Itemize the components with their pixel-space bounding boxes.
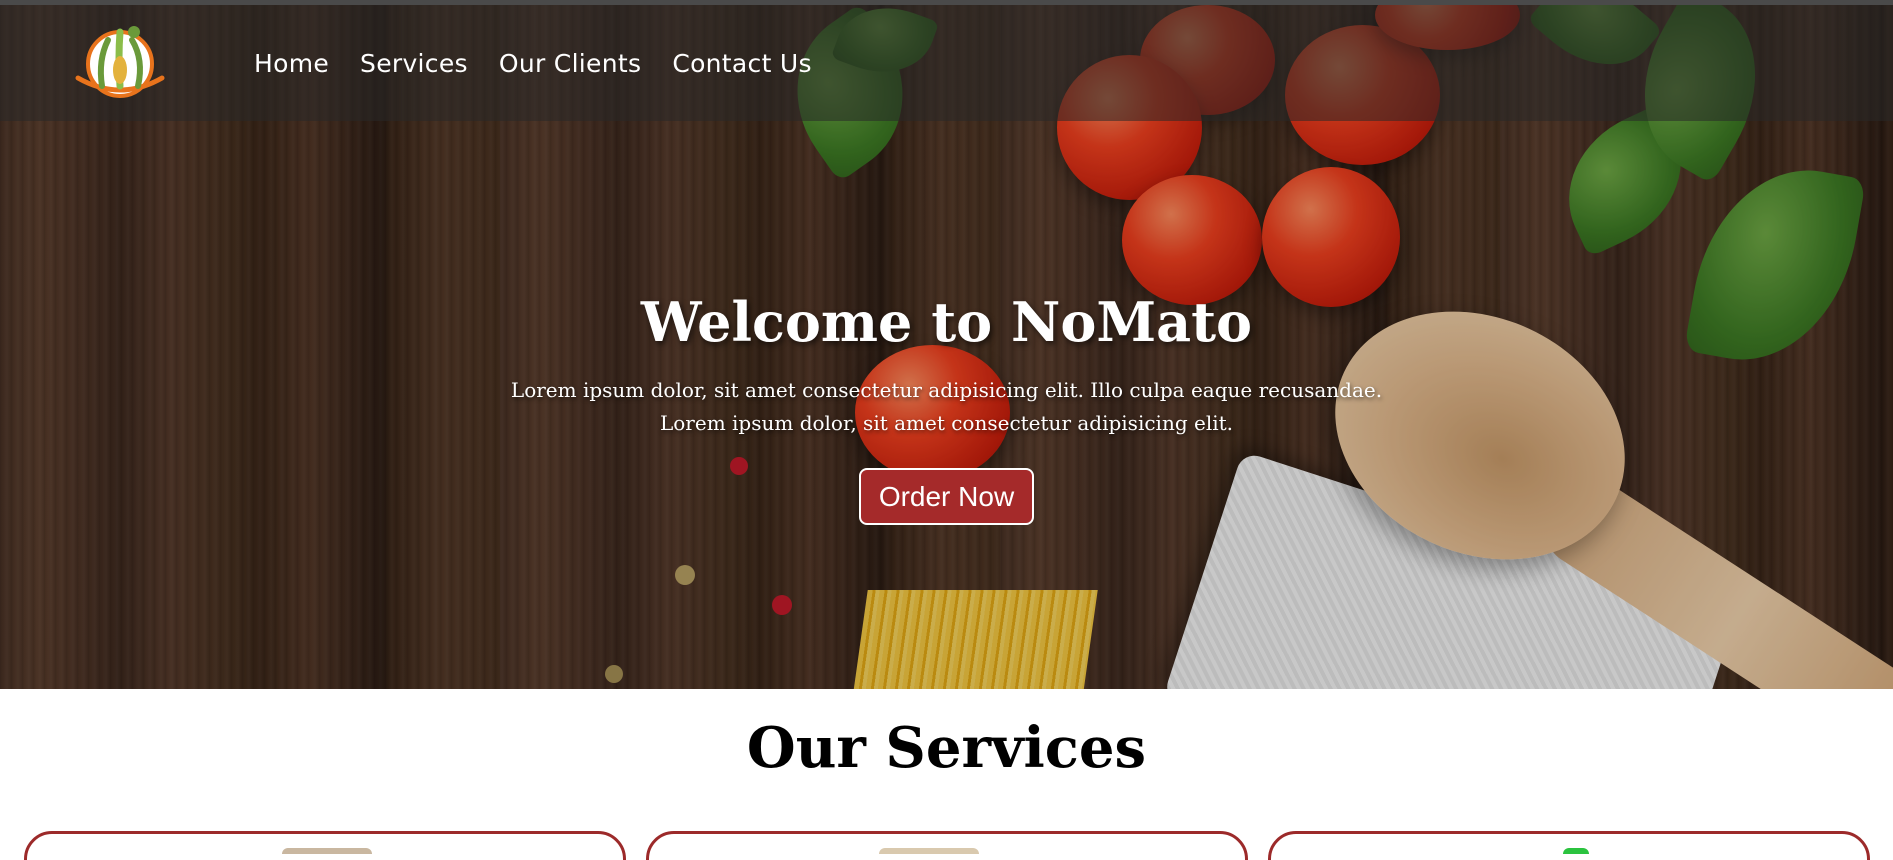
hero-title: Welcome to NoMato [640, 290, 1253, 354]
restaurant-logo-icon[interactable] [74, 20, 166, 100]
services-section: Our Services [0, 689, 1893, 860]
services-title: Our Services [746, 715, 1147, 781]
service-card-image [1563, 848, 1589, 854]
nav-home[interactable]: Home [254, 49, 329, 78]
service-card[interactable] [1268, 831, 1870, 860]
navbar: Home Services Our Clients Contact Us [0, 5, 1893, 121]
hero-description: Lorem ipsum dolor, sit amet consectetur … [0, 374, 1893, 440]
browser-top-edge [0, 0, 1893, 5]
main-nav: Home Services Our Clients Contact Us [254, 49, 812, 78]
service-card[interactable] [24, 831, 626, 860]
hero-text-line-1: Lorem ipsum dolor, sit amet consectetur … [510, 378, 1383, 402]
nav-services[interactable]: Services [360, 49, 468, 78]
service-card-image [282, 848, 372, 854]
service-card[interactable] [646, 831, 1248, 860]
hero-text-line-2: Lorem ipsum dolor, sit amet consectetur … [659, 411, 1234, 435]
nav-our-clients[interactable]: Our Clients [499, 49, 641, 78]
page: Welcome to NoMato Lorem ipsum dolor, sit… [0, 0, 1893, 860]
nav-contact-us[interactable]: Contact Us [672, 49, 812, 78]
order-now-button[interactable]: Order Now [858, 468, 1035, 525]
hero-content: Welcome to NoMato Lorem ipsum dolor, sit… [0, 290, 1893, 525]
service-card-image [879, 848, 979, 854]
